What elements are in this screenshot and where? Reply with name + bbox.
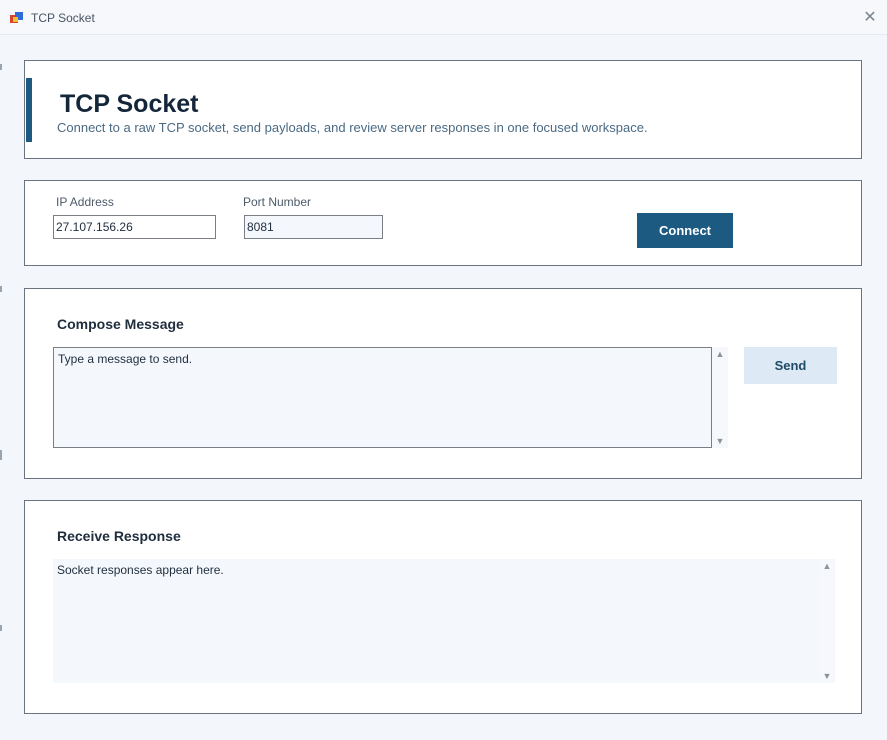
scroll-down-icon[interactable]: ▼	[712, 434, 728, 448]
port-number-label: Port Number	[243, 195, 312, 209]
scroll-up-icon[interactable]: ▲	[712, 347, 728, 361]
connect-button[interactable]: Connect	[637, 213, 733, 248]
ip-address-input[interactable]: 27.107.156.26	[53, 215, 216, 239]
title-bar[interactable]: TCP Socket ✕	[0, 0, 887, 35]
receive-panel: Receive Response Socket responses appear…	[24, 500, 862, 714]
scroll-up-icon[interactable]: ▲	[819, 559, 835, 573]
receive-title: Receive Response	[57, 528, 181, 544]
close-button[interactable]: ✕	[853, 0, 887, 34]
page-title: TCP Socket	[60, 90, 199, 118]
app-icon	[10, 11, 24, 23]
accent-bar	[26, 78, 32, 142]
page-subtitle: Connect to a raw TCP socket, send payloa…	[57, 120, 648, 135]
compose-title: Compose Message	[57, 316, 184, 332]
window-title: TCP Socket	[31, 11, 95, 25]
ip-address-label: IP Address	[56, 195, 114, 209]
edge-mark	[0, 64, 2, 70]
port-number-input[interactable]: 8081	[244, 215, 383, 239]
send-button[interactable]: Send	[744, 347, 837, 384]
response-scrollbar[interactable]: ▲ ▼	[819, 559, 835, 683]
edge-mark	[0, 286, 2, 292]
edge-mark	[0, 450, 2, 460]
scroll-down-icon[interactable]: ▼	[819, 669, 835, 683]
app-window: TCP Socket ✕ TCP Socket Connect to a raw…	[0, 0, 887, 740]
message-scrollbar[interactable]: ▲ ▼	[712, 347, 728, 448]
connection-panel: IP Address 27.107.156.26 Port Number 808…	[24, 180, 862, 266]
header-panel: TCP Socket Connect to a raw TCP socket, …	[24, 60, 862, 159]
close-icon: ✕	[863, 9, 877, 26]
message-input[interactable]: Type a message to send.	[53, 347, 712, 448]
edge-mark	[0, 625, 2, 631]
compose-panel: Compose Message Type a message to send. …	[24, 288, 862, 479]
response-output[interactable]: Socket responses appear here.	[53, 559, 819, 683]
